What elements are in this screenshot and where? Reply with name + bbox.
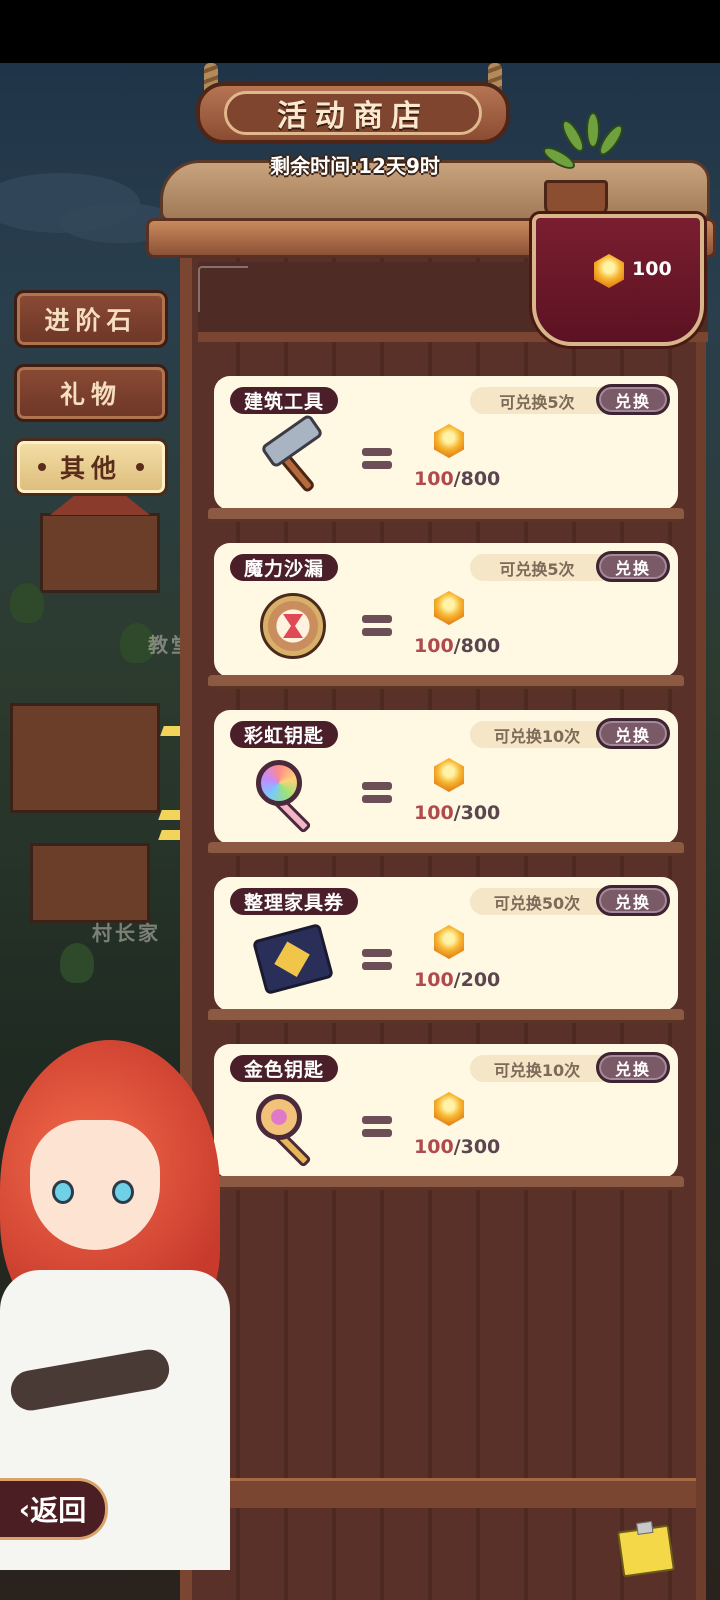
equals-icon <box>362 1116 392 1138</box>
back-button[interactable]: ‹ 返回 <box>0 1478 108 1540</box>
character-face <box>30 1120 160 1250</box>
tab-label: 其他 <box>59 454 122 483</box>
tree <box>60 943 94 983</box>
status-bar-area <box>0 0 720 63</box>
item-name: 魔力沙漏 <box>230 554 339 581</box>
owned-amount: 100 <box>414 1136 454 1158</box>
shelf-ledge <box>208 1176 684 1190</box>
tab-gift[interactable]: 礼物 <box>14 364 168 422</box>
hammer-icon <box>254 413 330 496</box>
item-name: 建筑工具 <box>230 387 339 414</box>
price: 100/800 <box>414 468 500 490</box>
exchange-button[interactable]: 兑换 <box>596 1052 670 1083</box>
currency-amount: 100 <box>632 258 672 280</box>
owned-amount: 100 <box>414 468 454 490</box>
item-name: 整理家具券 <box>230 888 359 915</box>
tree <box>10 583 44 623</box>
furniture-ticket-icon <box>251 922 335 997</box>
back-label: 返回 <box>30 1494 87 1527</box>
price: 100/300 <box>414 802 500 824</box>
exchange-button[interactable]: 兑换 <box>596 885 670 916</box>
exchange-button[interactable]: 兑换 <box>596 551 670 582</box>
shelf-ledge <box>208 842 684 856</box>
chevron-left-icon: ‹ <box>18 1492 31 1526</box>
character-eye <box>52 1180 74 1204</box>
price: 100/800 <box>414 635 500 657</box>
shop-item-card: 彩虹钥匙 可兑换10次 兑换 100/300 <box>214 710 678 844</box>
coin-icon <box>434 424 464 458</box>
village-house <box>40 513 160 593</box>
coin-icon <box>434 925 464 959</box>
tab-dot <box>37 463 46 471</box>
tab-dot <box>136 463 144 471</box>
equals-icon <box>362 448 392 470</box>
shop-item-card: 整理家具券 可兑换50次 兑换 100/200 <box>214 877 678 1011</box>
remaining-time: 剩余时间:12天9时 <box>270 154 440 178</box>
coin-icon <box>434 1092 464 1126</box>
shelf-ledge <box>208 508 684 522</box>
tab-label: 进阶石 <box>44 306 138 335</box>
exchange-limit: 可兑换5次 <box>470 387 604 414</box>
required-amount: /800 <box>453 635 501 657</box>
rainbow-key-icon <box>254 756 330 834</box>
cobweb-decor <box>198 266 248 312</box>
exchange-limit: 可兑换10次 <box>470 721 604 748</box>
owned-amount: 100 <box>414 635 454 657</box>
exchange-limit: 可兑换50次 <box>470 888 604 915</box>
shop-item-card: 魔力沙漏 可兑换5次 兑换 100/800 <box>214 543 678 677</box>
shop-item-card: 金色钥匙 可兑换10次 兑换 100/300 <box>214 1044 678 1178</box>
village-house <box>30 843 150 923</box>
hourglass-icon <box>254 589 330 663</box>
coin-icon <box>434 758 464 792</box>
shelf-ledge <box>208 1009 684 1023</box>
equals-icon <box>362 782 392 804</box>
price: 100/300 <box>414 1136 500 1158</box>
exchange-button[interactable]: 兑换 <box>596 384 670 415</box>
required-amount: /300 <box>453 1136 501 1158</box>
coin-icon <box>594 254 624 288</box>
price: 100/200 <box>414 969 500 991</box>
tab-other[interactable]: 其他 <box>14 438 168 496</box>
currency-banner: 100 <box>532 214 704 346</box>
tab-label: 礼物 <box>59 380 122 409</box>
shop-title: 活动商店 <box>224 91 482 135</box>
tab-advanced-stone[interactable]: 进阶石 <box>14 290 168 348</box>
owned-amount: 100 <box>414 802 454 824</box>
equals-icon <box>362 949 392 971</box>
equals-icon <box>362 615 392 637</box>
exchange-limit: 可兑换10次 <box>470 1055 604 1082</box>
required-amount: /200 <box>453 969 501 991</box>
plant-pot <box>544 180 608 218</box>
shelf-ledge <box>208 675 684 689</box>
shop-item-card: 建筑工具 可兑换5次 兑换 100/800 <box>214 376 678 510</box>
character-eye <box>112 1180 134 1204</box>
exchange-button[interactable]: 兑换 <box>596 718 670 749</box>
required-amount: /800 <box>453 468 501 490</box>
golden-key-icon <box>254 1090 330 1168</box>
note-icon[interactable] <box>617 1524 675 1578</box>
coin-icon <box>434 591 464 625</box>
scene-label-chief-house: 村长家 <box>92 921 161 945</box>
item-name: 彩虹钥匙 <box>230 721 339 748</box>
owned-amount: 100 <box>414 969 454 991</box>
plant-leaf <box>586 112 600 148</box>
village-house <box>10 703 160 813</box>
shelf-bottom <box>190 1478 696 1508</box>
required-amount: /300 <box>453 802 501 824</box>
shop-title-sign: 活动商店 <box>196 82 510 144</box>
exchange-limit: 可兑换5次 <box>470 554 604 581</box>
